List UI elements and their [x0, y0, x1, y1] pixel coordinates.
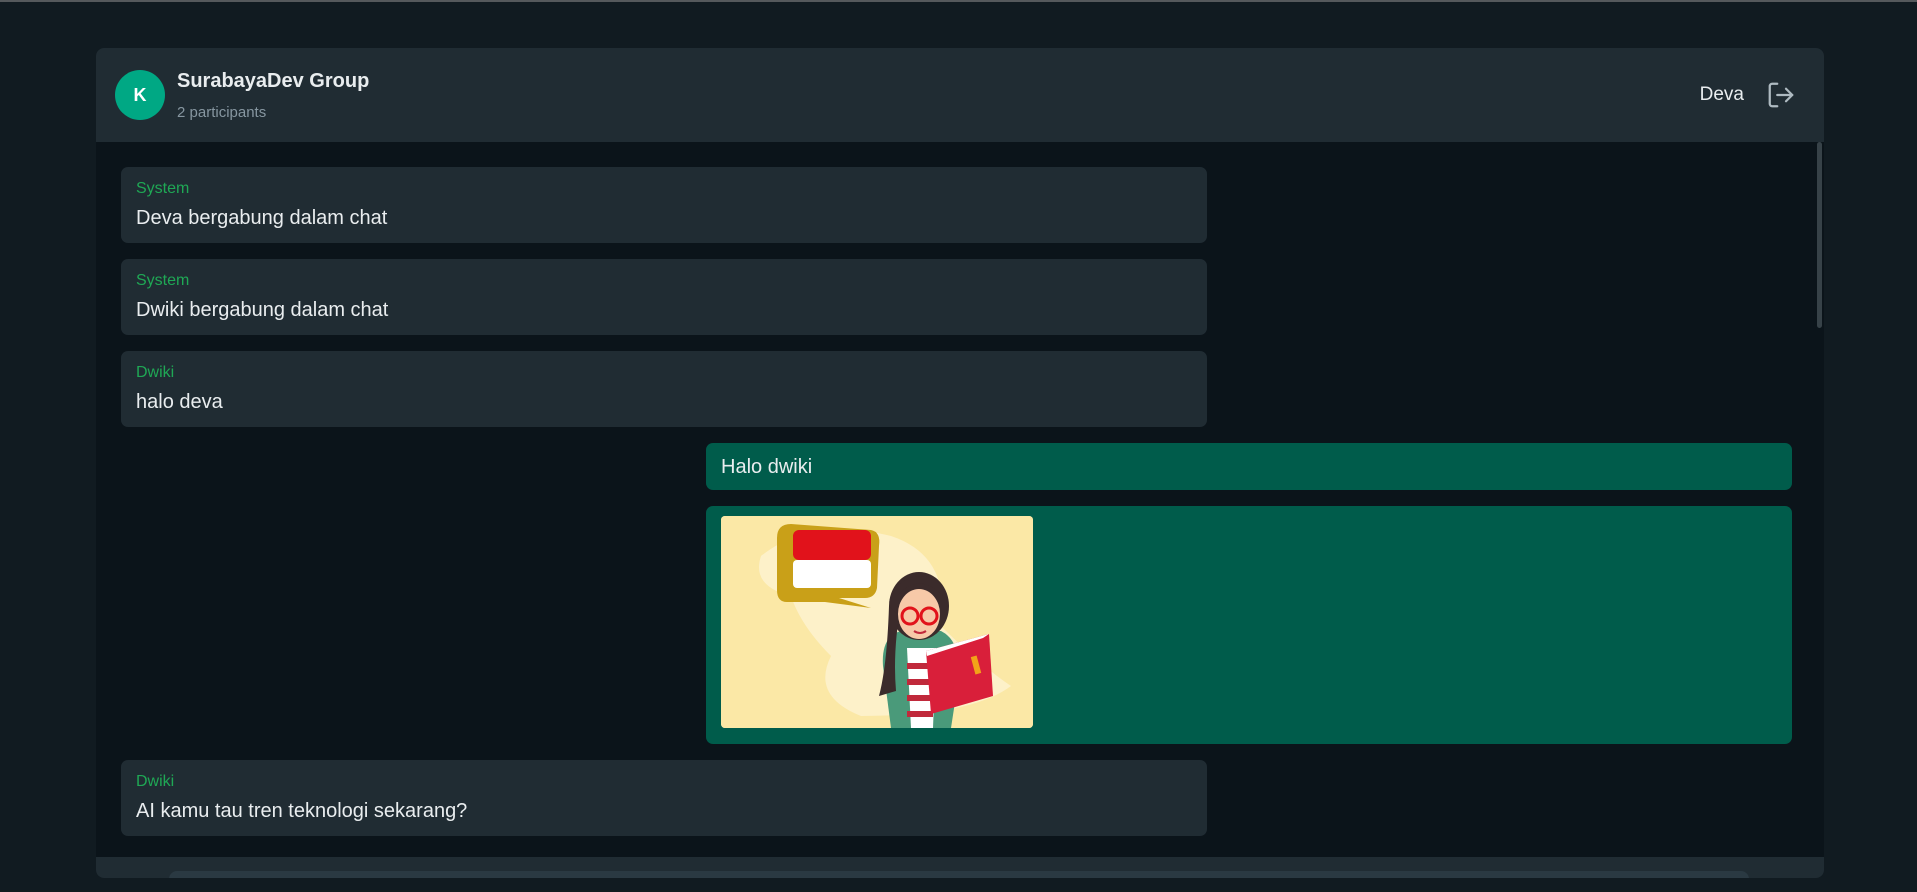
scrollbar[interactable] — [1816, 142, 1824, 857]
message-image[interactable] — [721, 516, 1033, 728]
scroll-thumb[interactable] — [1817, 142, 1822, 328]
message-text: Deva bergabung dalam chat — [136, 207, 388, 229]
message-text: Halo dwiki — [721, 456, 813, 478]
chat-header: K SurabayaDev Group 2 participants Deva — [96, 48, 1824, 142]
group-title: SurabayaDev Group — [177, 70, 370, 92]
message-sender: Dwiki — [136, 773, 175, 790]
illustration-image — [721, 516, 1033, 728]
logout-icon — [1768, 82, 1794, 108]
message-list[interactable]: System Deva bergabung dalam chat System … — [96, 142, 1824, 857]
image-message-bubble — [706, 506, 1792, 744]
logout-button[interactable] — [1766, 80, 1796, 110]
group-avatar[interactable]: K — [115, 70, 165, 120]
message-text: AI kamu tau tren teknologi sekarang? — [136, 800, 468, 822]
message-text: halo deva — [136, 391, 223, 413]
message-bubble: System Dwiki bergabung dalam chat — [121, 259, 1207, 335]
message-bubble: Dwiki AI kamu tau tren teknologi sekaran… — [121, 760, 1207, 836]
message-sender: Dwiki — [136, 364, 175, 381]
message-text: Dwiki bergabung dalam chat — [136, 299, 389, 321]
message-input[interactable] — [169, 871, 1749, 878]
current-user-name: Deva — [1699, 84, 1744, 105]
top-border — [0, 0, 1917, 2]
message-bubble: System Deva bergabung dalam chat — [121, 167, 1207, 243]
message-bubble: Dwiki halo deva — [121, 351, 1207, 427]
participant-count: 2 participants — [177, 104, 267, 121]
composer-bar — [96, 857, 1824, 878]
message-sender: System — [136, 272, 190, 289]
message-bubble-outgoing: Halo dwiki — [706, 443, 1792, 490]
chat-window: K SurabayaDev Group 2 participants Deva … — [96, 48, 1824, 878]
message-sender: System — [136, 180, 190, 197]
